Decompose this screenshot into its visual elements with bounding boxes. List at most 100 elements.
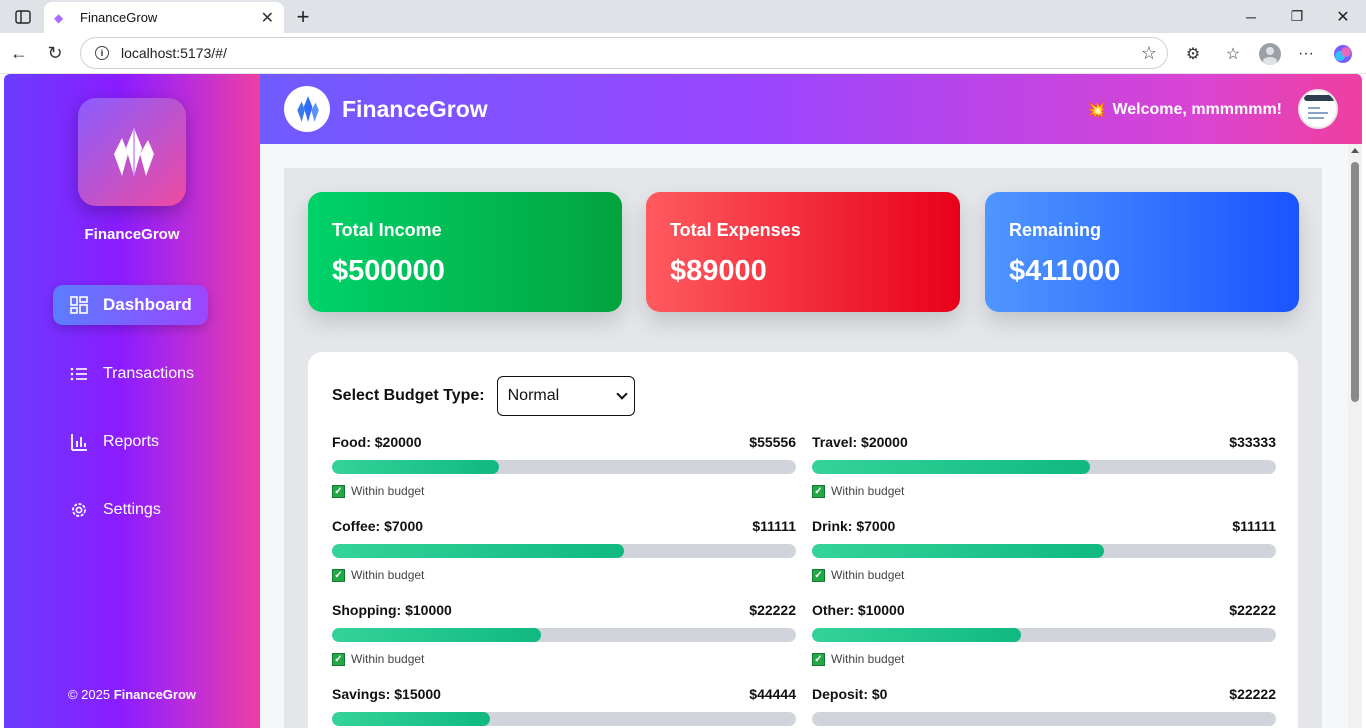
restore-icon[interactable]: ❐ [1274, 0, 1320, 33]
expenses-card: Total Expenses $89000 [646, 192, 960, 312]
check-icon: ✓ [332, 652, 345, 666]
crystal-icon [114, 128, 154, 176]
budget-type-label: Select Budget Type: [332, 387, 485, 404]
budget-item-name: Savings: $15000 [332, 686, 441, 702]
crystal-icon [297, 96, 319, 122]
budget-status: ✓ Within budget [332, 568, 796, 582]
check-icon: ✓ [812, 568, 825, 582]
budget-item-name: Deposit: $0 [812, 686, 888, 702]
budget-item-name: Shopping: $10000 [332, 602, 452, 618]
budget-item-limit: $55556 [749, 434, 796, 450]
brand-logo [78, 98, 186, 206]
bar-chart-icon [69, 433, 89, 451]
url-input[interactable]: i localhost:5173/#/ ☆ [80, 37, 1168, 69]
budget-item: Food: $20000 $55556 ✓ Within budget [332, 434, 796, 498]
back-icon[interactable]: ← [4, 38, 34, 68]
budget-status: ✓ Within budget [332, 652, 796, 666]
budget-item: Travel: $20000 $33333 ✓ Within budget [812, 434, 1276, 498]
budget-item: Shopping: $10000 $22222 ✓ Within budget [332, 602, 796, 666]
sidebar-item-label: Transactions [103, 365, 194, 382]
scroll-up-icon[interactable] [1351, 148, 1359, 153]
budget-status: ✓ Within budget [812, 484, 1276, 498]
close-window-icon[interactable]: ✕ [1320, 0, 1366, 33]
budget-progress-fill [332, 712, 490, 726]
budget-item-name: Food: $20000 [332, 434, 422, 450]
budget-progress-fill [812, 460, 1091, 474]
header-logo[interactable] [284, 86, 330, 132]
budget-progress-track [812, 544, 1276, 558]
app: FinanceGrow Dashboard Transactions Repor… [4, 74, 1362, 728]
budget-progress-fill [812, 544, 1105, 558]
budget-type-row: Select Budget Type: Normal [332, 376, 635, 416]
extensions-icon[interactable]: ⚙ [1180, 41, 1206, 67]
sidebar-item-reports[interactable]: Reports [53, 422, 175, 462]
welcome-text: Welcome, mmmmmm! [1112, 101, 1282, 118]
more-options-icon[interactable]: ··· [1293, 41, 1319, 67]
budget-item-header: Drink: $7000 $11111 [812, 518, 1276, 534]
budget-progress-track [332, 544, 796, 558]
chevron-down-icon [615, 388, 628, 400]
budget-item-limit: $22222 [1229, 602, 1276, 618]
tab-title: FinanceGrow [80, 10, 158, 25]
budget-status: ✓ Within budget [812, 568, 1276, 582]
sidebar-toggle-icon[interactable] [0, 0, 46, 33]
gear-icon [69, 501, 89, 519]
favorite-star-icon[interactable]: ☆ [1141, 43, 1157, 64]
dashboard-panel: Total Income $500000 Total Expenses $890… [284, 168, 1322, 728]
sidebar: FinanceGrow Dashboard Transactions Repor… [4, 74, 260, 728]
sidebar-item-transactions[interactable]: Transactions [53, 354, 210, 394]
copilot-icon[interactable] [1330, 41, 1356, 67]
footer-copyright: © 2025 [67, 687, 114, 702]
budget-item-name: Other: $10000 [812, 602, 905, 618]
expenses-label: Total Expenses [670, 220, 801, 240]
reload-icon[interactable]: ↻ [40, 38, 70, 68]
budget-type-value: Normal [507, 387, 560, 404]
budget-status-text: Within budget [831, 652, 905, 666]
expenses-value: $89000 [670, 255, 767, 287]
sidebar-item-settings[interactable]: Settings [53, 490, 177, 530]
budget-type-select[interactable]: Normal [496, 376, 635, 416]
budget-item-name: Coffee: $7000 [332, 518, 424, 534]
favorites-icon[interactable]: ☆ [1220, 41, 1246, 67]
budget-item: Savings: $15000 $44444 [332, 686, 796, 726]
budget-card: Select Budget Type: Normal Food: $20000 $… [308, 352, 1298, 728]
main-content: Total Income $500000 Total Expenses $890… [260, 144, 1362, 728]
budget-item-limit: $11111 [1232, 518, 1276, 534]
url-text: localhost:5173/#/ [121, 45, 227, 61]
sidebar-item-label: Reports [103, 433, 160, 450]
scrollbar[interactable] [1348, 144, 1362, 728]
budget-item: Deposit: $0 $22222 [812, 686, 1276, 726]
avatar[interactable] [1298, 89, 1338, 129]
budget-item-limit: $44444 [749, 686, 796, 702]
budget-item-header: Deposit: $0 $22222 [812, 686, 1276, 702]
budget-item-header: Travel: $20000 $33333 [812, 434, 1276, 450]
budget-status: ✓ Within budget [812, 652, 1276, 666]
browser-tab[interactable]: ◆ FinanceGrow ✕ [44, 2, 284, 33]
budget-item-limit: $22222 [1229, 686, 1276, 702]
list-icon [69, 366, 89, 382]
browser-tab-bar: ◆ FinanceGrow ✕ + ─ ❐ ✕ [0, 0, 1366, 33]
scrollbar-thumb[interactable] [1351, 162, 1359, 402]
income-value: $500000 [332, 255, 445, 287]
sidebar-item-dashboard[interactable]: Dashboard [53, 285, 208, 325]
top-header: FinanceGrow 💥 Welcome, mmmmmm! [260, 74, 1362, 144]
sidebar-item-label: Settings [103, 501, 161, 518]
site-info-icon[interactable]: i [95, 46, 109, 60]
minimize-icon[interactable]: ─ [1228, 0, 1274, 33]
budget-progress-track [332, 460, 796, 474]
budget-item-header: Food: $20000 $55556 [332, 434, 796, 450]
sparkle-icon: 💥 [1086, 102, 1107, 119]
header-title: FinanceGrow [342, 96, 488, 122]
budget-item: Other: $10000 $22222 ✓ Within budget [812, 602, 1276, 666]
dashboard-icon [69, 296, 89, 314]
check-icon: ✓ [812, 652, 825, 666]
new-tab-icon[interactable]: + [280, 0, 326, 33]
budget-progress-track [332, 628, 796, 642]
sidebar-item-label: Dashboard [103, 295, 192, 314]
budget-item: Drink: $7000 $11111 ✓ Within budget [812, 518, 1276, 582]
budget-progress-fill [332, 460, 500, 474]
budget-progress-fill [332, 544, 625, 558]
close-tab-icon[interactable]: ✕ [261, 8, 274, 28]
income-card: Total Income $500000 [308, 192, 622, 312]
profile-icon[interactable] [1257, 41, 1283, 67]
